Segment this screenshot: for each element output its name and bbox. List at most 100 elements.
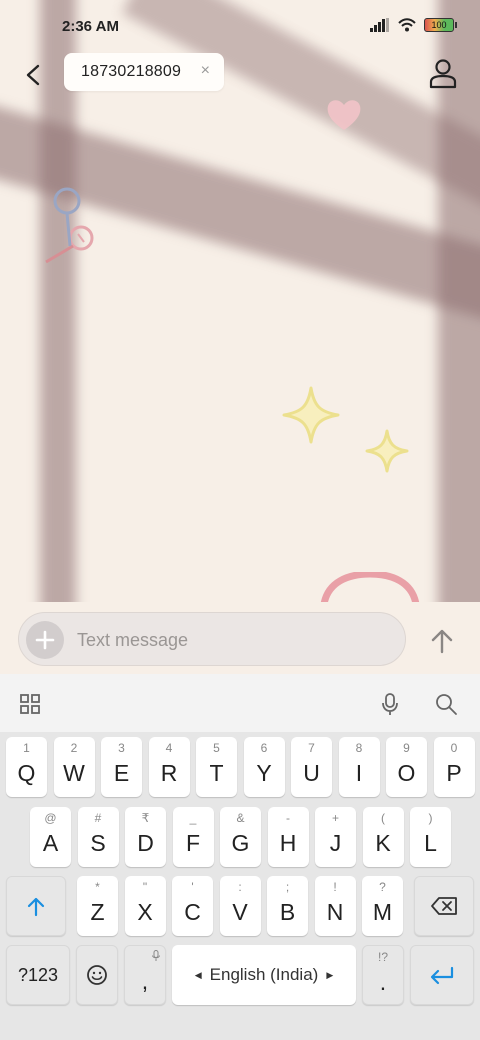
key-secondary-label: ' bbox=[191, 880, 194, 894]
key-q[interactable]: 1Q bbox=[6, 737, 47, 797]
key-u[interactable]: 7U bbox=[291, 737, 332, 797]
key-s[interactable]: # S bbox=[77, 807, 119, 867]
key-g[interactable]: & G bbox=[220, 807, 261, 867]
key-secondary-label: ? bbox=[379, 880, 386, 894]
key-j[interactable]: + J bbox=[315, 807, 356, 867]
status-bar: 2:36 AM 100 bbox=[0, 0, 480, 56]
period-key-label: . bbox=[379, 969, 387, 995]
key-secondary-label: - bbox=[286, 811, 290, 825]
key-label: J bbox=[329, 830, 342, 856]
key-secondary-label: : bbox=[238, 880, 242, 894]
key-secondary-label: 2 bbox=[70, 741, 78, 755]
key-p[interactable]: 0P bbox=[433, 737, 475, 797]
key-l[interactable]: ) L bbox=[410, 807, 451, 867]
backspace-icon bbox=[431, 897, 457, 915]
search-icon bbox=[436, 694, 457, 715]
key-secondary-label: 5 bbox=[213, 741, 220, 755]
sparkle-decoration bbox=[282, 386, 340, 444]
key-secondary-label: ₹ bbox=[141, 811, 150, 825]
period-key-sub: !? bbox=[377, 950, 388, 964]
key-a[interactable]: @ A bbox=[30, 807, 71, 867]
key-secondary-label: 3 bbox=[118, 741, 125, 755]
key-secondary-label: _ bbox=[189, 811, 197, 825]
key-secondary-label: 8 bbox=[355, 741, 363, 755]
send-button[interactable] bbox=[426, 626, 458, 658]
key-m[interactable]: ? M bbox=[362, 876, 403, 936]
plus-icon bbox=[35, 630, 55, 650]
key-v[interactable]: :V bbox=[219, 876, 261, 936]
key-n[interactable]: ! N bbox=[314, 876, 356, 936]
symbols-key[interactable]: ?123 bbox=[6, 945, 70, 1005]
key-label: C bbox=[184, 899, 201, 925]
conversation-header: 18730218809 × bbox=[0, 52, 480, 96]
voice-input-button[interactable] bbox=[378, 692, 402, 716]
key-d[interactable]: ₹ D bbox=[125, 807, 166, 867]
recipient-number: 18730218809 bbox=[81, 63, 182, 80]
send-arrow-icon bbox=[431, 629, 453, 654]
key-secondary-label: # bbox=[94, 811, 102, 825]
key-label: X bbox=[137, 899, 153, 925]
key-k[interactable]: (K bbox=[362, 807, 404, 867]
key-label: P bbox=[446, 760, 462, 786]
key-label: S bbox=[90, 830, 106, 856]
key-o[interactable]: 9O bbox=[386, 737, 427, 797]
emoji-key[interactable] bbox=[76, 945, 118, 1005]
comma-key[interactable]: , bbox=[124, 945, 166, 1005]
emoji-icon bbox=[87, 965, 107, 985]
signal-icon bbox=[370, 18, 389, 32]
period-key[interactable]: !? . bbox=[362, 945, 404, 1005]
key-y[interactable]: 6Y bbox=[243, 737, 285, 797]
key-b[interactable]: ; B bbox=[267, 876, 308, 936]
key-e[interactable]: 3E bbox=[101, 737, 142, 797]
key-label: R bbox=[160, 760, 178, 786]
enter-arrow-icon bbox=[430, 966, 454, 985]
key-f[interactable]: _ F bbox=[172, 807, 214, 867]
shift-arrow-icon bbox=[27, 897, 45, 917]
wifi-icon bbox=[398, 18, 416, 32]
key-secondary-label: * bbox=[95, 880, 100, 894]
key-label: D bbox=[137, 830, 154, 856]
remove-recipient-icon[interactable]: × bbox=[201, 62, 210, 80]
recipient-chip[interactable]: 18730218809 × bbox=[64, 53, 224, 91]
mic-hint-icon bbox=[152, 950, 160, 961]
key-label: O bbox=[397, 760, 416, 786]
key-secondary-label: ( bbox=[381, 811, 385, 825]
key-w[interactable]: 2W bbox=[53, 737, 95, 797]
key-secondary-label: ) bbox=[428, 811, 433, 825]
attach-button[interactable] bbox=[26, 621, 64, 659]
enter-key[interactable] bbox=[410, 945, 474, 1005]
grid-icon bbox=[20, 694, 40, 714]
key-secondary-label: 4 bbox=[165, 741, 173, 755]
key-label: U bbox=[303, 760, 320, 786]
key-r[interactable]: 4R bbox=[148, 737, 190, 797]
key-secondary-label: @ bbox=[44, 811, 57, 825]
space-key[interactable]: ◀ English (India) ▶ bbox=[172, 945, 356, 1005]
key-i[interactable]: 8I bbox=[338, 737, 380, 797]
key-label: L bbox=[424, 830, 437, 856]
language-right-arrow-icon: ▶ bbox=[326, 969, 334, 980]
heart-decoration bbox=[327, 100, 361, 130]
key-x[interactable]: " X bbox=[124, 876, 166, 936]
key-c[interactable]: ' C bbox=[172, 876, 213, 936]
key-label: G bbox=[231, 830, 250, 856]
key-secondary-label: ; bbox=[285, 880, 290, 894]
key-h[interactable]: -H bbox=[267, 807, 309, 867]
key-z[interactable]: * Z bbox=[77, 876, 118, 936]
apps-grid-button[interactable] bbox=[18, 692, 42, 716]
key-label: E bbox=[113, 760, 130, 786]
message-input[interactable]: Text message bbox=[18, 612, 406, 666]
shift-key[interactable] bbox=[6, 876, 66, 936]
key-label: V bbox=[232, 899, 248, 925]
back-button[interactable] bbox=[16, 58, 50, 92]
key-label: N bbox=[326, 899, 344, 925]
search-button[interactable] bbox=[434, 692, 458, 716]
backspace-key[interactable] bbox=[414, 876, 474, 936]
key-label: W bbox=[63, 760, 85, 786]
key-label: B bbox=[279, 899, 296, 925]
key-secondary-label: + bbox=[331, 811, 339, 825]
contact-button[interactable] bbox=[428, 58, 458, 90]
back-arrow-icon bbox=[26, 64, 40, 86]
key-secondary-label: " bbox=[142, 880, 148, 894]
person-icon bbox=[429, 59, 457, 89]
key-t[interactable]: 5T bbox=[196, 737, 237, 797]
